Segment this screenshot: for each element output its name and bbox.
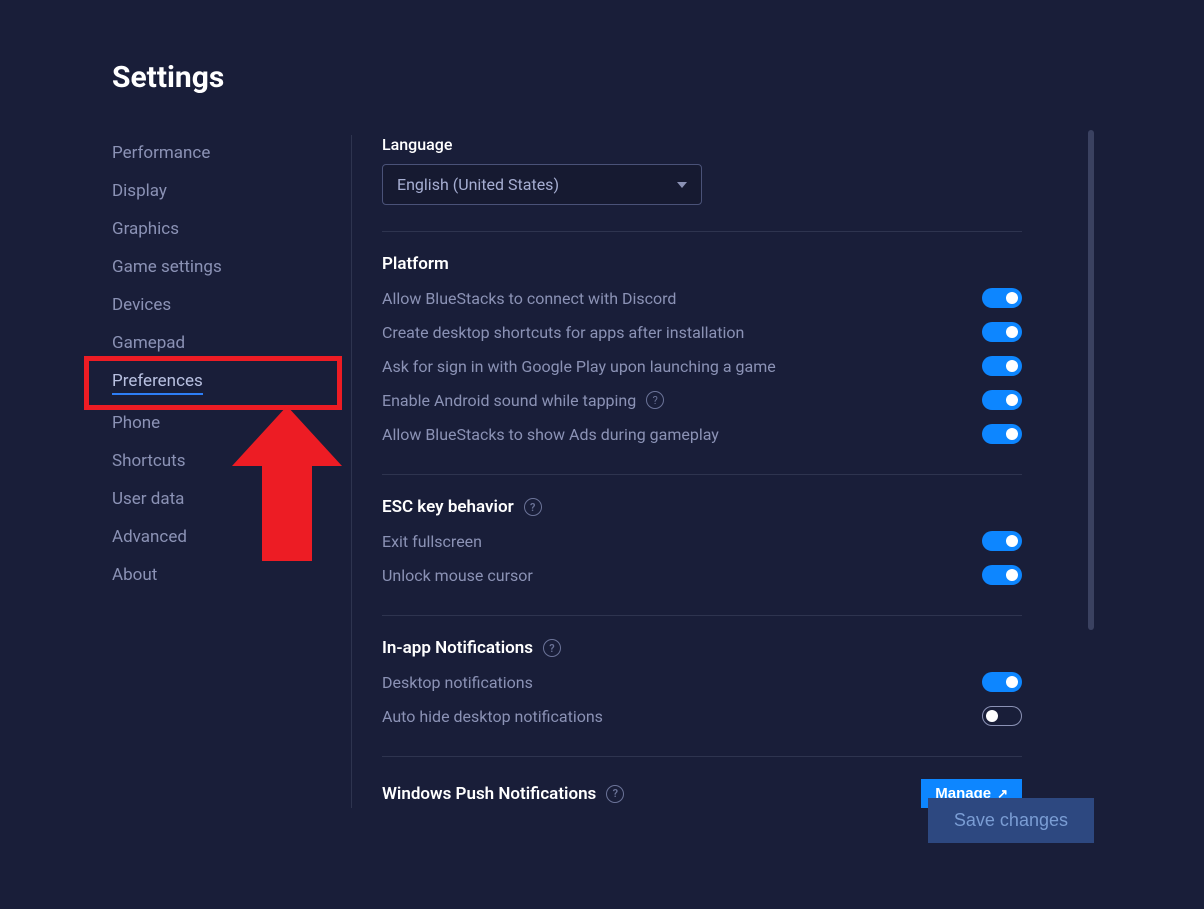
sidebar-item-graphics[interactable]: Graphics	[112, 219, 179, 239]
sidebar-item-advanced[interactable]: Advanced	[112, 527, 187, 547]
sidebar-item-performance[interactable]: Performance	[112, 143, 210, 163]
language-label: Language	[382, 135, 1022, 154]
section-heading-label: ESC key behavior	[382, 497, 514, 517]
sidebar-item-devices[interactable]: Devices	[112, 295, 171, 315]
toggle-label: Desktop notifications	[382, 673, 533, 692]
section-platform: Platform Allow BlueStacks to connect wit…	[382, 231, 1022, 474]
help-icon[interactable]: ?	[543, 639, 561, 657]
save-changes-button[interactable]: Save changes	[928, 798, 1094, 843]
help-icon[interactable]: ?	[646, 391, 664, 409]
section-windows-push: Windows Push Notifications ? Manage ↗	[382, 756, 1022, 808]
toggle-row-shortcuts: Create desktop shortcuts for apps after …	[382, 322, 1022, 342]
language-select[interactable]: English (United States)	[382, 164, 702, 205]
toggle-google-signin[interactable]	[982, 356, 1022, 376]
toggle-label: Enable Android sound while tapping	[382, 391, 636, 410]
toggle-label: Auto hide desktop notifications	[382, 707, 603, 726]
toggle-label: Allow BlueStacks to show Ads during game…	[382, 425, 719, 444]
section-heading-label: In-app Notifications	[382, 638, 533, 658]
main-panel: Language English (United States) Platfor…	[352, 135, 1052, 808]
section-heading-inapp: In-app Notifications ?	[382, 638, 1022, 658]
page-title: Settings	[112, 60, 1204, 95]
section-heading-winpush: Windows Push Notifications ?	[382, 784, 624, 804]
toggle-desktop-notifications[interactable]	[982, 672, 1022, 692]
sidebar-item-game-settings[interactable]: Game settings	[112, 257, 222, 277]
help-icon[interactable]: ?	[606, 785, 624, 803]
toggle-discord[interactable]	[982, 288, 1022, 308]
section-heading-label: Windows Push Notifications	[382, 784, 596, 804]
sidebar-item-phone[interactable]: Phone	[112, 413, 160, 433]
toggle-autohide-notifications[interactable]	[982, 706, 1022, 726]
toggle-row-unlock-cursor: Unlock mouse cursor	[382, 565, 1022, 585]
toggle-android-sound[interactable]	[982, 390, 1022, 410]
section-heading-label: Platform	[382, 254, 449, 274]
scrollbar[interactable]	[1088, 130, 1094, 630]
sidebar-item-shortcuts[interactable]: Shortcuts	[112, 451, 186, 471]
toggle-exit-fullscreen[interactable]	[982, 531, 1022, 551]
toggle-label: Create desktop shortcuts for apps after …	[382, 323, 744, 342]
toggle-row-exit-fullscreen: Exit fullscreen	[382, 531, 1022, 551]
toggle-row-desktop-notifications: Desktop notifications	[382, 672, 1022, 692]
toggle-row-google-signin: Ask for sign in with Google Play upon la…	[382, 356, 1022, 376]
toggle-row-ads: Allow BlueStacks to show Ads during game…	[382, 424, 1022, 444]
language-selected-value: English (United States)	[397, 175, 559, 194]
help-icon[interactable]: ?	[524, 498, 542, 516]
section-inapp-notifications: In-app Notifications ? Desktop notificat…	[382, 615, 1022, 756]
toggle-label: Ask for sign in with Google Play upon la…	[382, 357, 776, 376]
chevron-down-icon	[677, 182, 687, 188]
toggle-label: Unlock mouse cursor	[382, 566, 533, 585]
section-esc: ESC key behavior ? Exit fullscreen Unloc…	[382, 474, 1022, 615]
sidebar: Performance Display Graphics Game settin…	[112, 135, 352, 808]
toggle-ads[interactable]	[982, 424, 1022, 444]
toggle-row-discord: Allow BlueStacks to connect with Discord	[382, 288, 1022, 308]
sidebar-item-user-data[interactable]: User data	[112, 489, 184, 509]
sidebar-item-preferences[interactable]: Preferences	[112, 371, 203, 395]
toggle-row-android-sound: Enable Android sound while tapping ?	[382, 390, 1022, 410]
sidebar-item-display[interactable]: Display	[112, 181, 167, 201]
toggle-label: Allow BlueStacks to connect with Discord	[382, 289, 676, 308]
sidebar-item-gamepad[interactable]: Gamepad	[112, 333, 185, 353]
toggle-unlock-cursor[interactable]	[982, 565, 1022, 585]
sidebar-item-about[interactable]: About	[112, 565, 157, 585]
section-heading-esc: ESC key behavior ?	[382, 497, 1022, 517]
toggle-desktop-shortcuts[interactable]	[982, 322, 1022, 342]
section-heading-platform: Platform	[382, 254, 1022, 274]
toggle-row-autohide-notifications: Auto hide desktop notifications	[382, 706, 1022, 726]
toggle-label: Exit fullscreen	[382, 532, 482, 551]
